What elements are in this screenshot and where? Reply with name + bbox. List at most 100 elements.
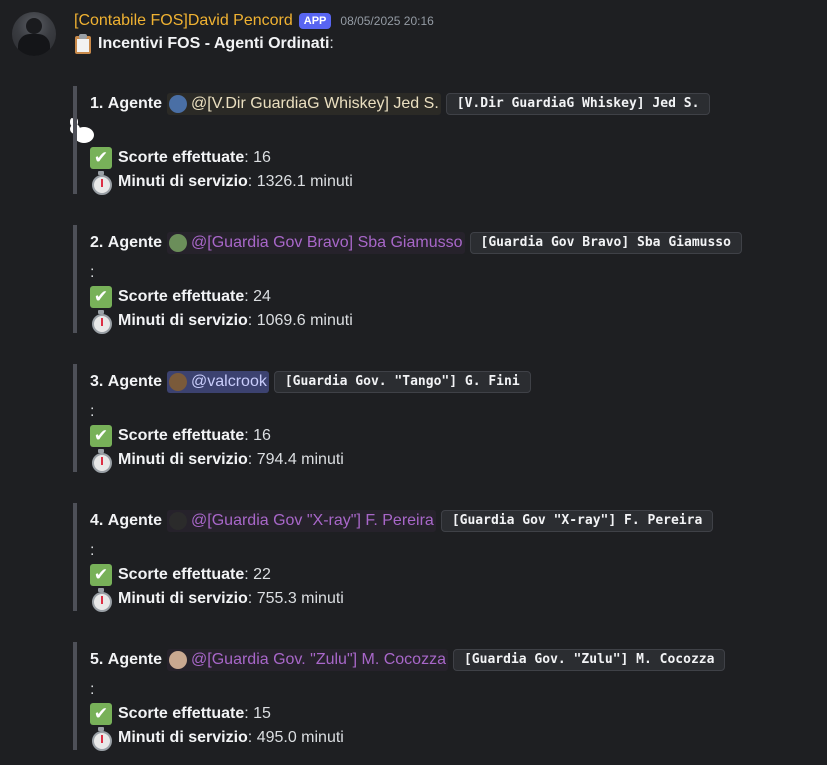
agent-heading-line: 3. Agente @valcrook [Guardia Gov. "Tango"]… bbox=[90, 364, 773, 400]
minutes-line: Minuti di servizio: 755.3 minuti bbox=[90, 587, 773, 612]
minutes-colon: : bbox=[247, 729, 257, 746]
message-timestamp[interactable]: 08/05/2025 20:16 bbox=[340, 14, 433, 28]
minutes-label: Minuti di servizio bbox=[118, 729, 248, 746]
user-mention[interactable]: @valcrook bbox=[167, 371, 269, 393]
user-mention[interactable]: @[V.Dir GuardiaG Whiskey] Jed S. bbox=[167, 93, 441, 115]
mention-avatar bbox=[169, 95, 188, 113]
author-name[interactable]: [Contabile FOS]David Pencord bbox=[74, 12, 293, 30]
agent-rank: 5. bbox=[90, 651, 104, 668]
minutes-line: Minuti di servizio: 794.4 minuti bbox=[90, 448, 773, 473]
escorts-value: 22 bbox=[253, 566, 271, 583]
message-title: Incentivi FOS - Agenti Ordinati bbox=[98, 35, 330, 52]
escorts-label: Scorte effettuate bbox=[118, 288, 245, 305]
mention-avatar bbox=[169, 234, 188, 252]
mention-text: @[Guardia Gov "X-ray"] F. Pereira bbox=[191, 512, 434, 529]
minutes-label: Minuti di servizio bbox=[118, 590, 248, 607]
minutes-value: 495.0 minuti bbox=[256, 729, 344, 746]
colon-line: : bbox=[90, 403, 95, 420]
minutes-value: 794.4 minuti bbox=[256, 451, 344, 468]
escorts-colon: : bbox=[244, 427, 254, 444]
escorts-value: 15 bbox=[253, 705, 271, 722]
escorts-line: ✔ Scorte effettuate: 22 bbox=[90, 563, 773, 587]
agent-rank: 2. bbox=[90, 234, 104, 251]
mention-text: @[Guardia Gov. "Zulu"] M. Cocozza bbox=[191, 651, 446, 668]
colon-line: : bbox=[90, 681, 95, 698]
agent-quote-block: 5. Agente @[Guardia Gov. "Zulu"] M. Cocoz… bbox=[73, 642, 773, 751]
agent-label: Agente bbox=[107, 373, 163, 390]
inline-code: [Guardia Gov. "Tango"] G. Fini bbox=[273, 371, 531, 393]
escorts-line: ✔ Scorte effettuate: 16 bbox=[90, 146, 773, 170]
minutes-value: 1069.6 minuti bbox=[256, 312, 353, 329]
mention-avatar bbox=[169, 651, 188, 669]
minutes-label: Minuti di servizio bbox=[118, 451, 248, 468]
mention-text: @[Guardia Gov Bravo] Sba Giamusso bbox=[191, 234, 463, 251]
agent-quote-block: 4. Agente @[Guardia Gov "X-ray"] F. Perei… bbox=[73, 503, 773, 612]
check-mark-icon: ✔ bbox=[90, 425, 112, 447]
app-badge: APP bbox=[298, 13, 332, 29]
escorts-colon: : bbox=[244, 149, 254, 166]
minutes-colon: : bbox=[247, 173, 257, 190]
minutes-label: Minuti di servizio bbox=[118, 312, 248, 329]
user-mention[interactable]: @[Guardia Gov "X-ray"] F. Pereira bbox=[167, 510, 436, 532]
stopwatch-icon bbox=[90, 449, 112, 473]
agent-label: Agente bbox=[107, 651, 163, 668]
inline-code: [Guardia Gov "X-ray"] F. Pereira bbox=[440, 510, 714, 532]
minutes-colon: : bbox=[247, 451, 257, 468]
message-header: [Contabile FOS]David Pencord APP 08/05/2… bbox=[74, 12, 434, 30]
escorts-value: 16 bbox=[253, 149, 271, 166]
agent-heading-line: 4. Agente @[Guardia Gov "X-ray"] F. Perei… bbox=[90, 503, 773, 539]
check-mark-icon: ✔ bbox=[90, 286, 112, 308]
agent-quote-block: 1. Agente @[V.Dir GuardiaG Whiskey] Jed S… bbox=[73, 86, 773, 195]
minutes-value: 1326.1 minuti bbox=[256, 173, 353, 190]
minutes-value: 755.3 minuti bbox=[256, 590, 344, 607]
avatar-head bbox=[26, 18, 42, 34]
user-mention[interactable]: @[Guardia Gov Bravo] Sba Giamusso bbox=[167, 232, 465, 254]
minutes-label: Minuti di servizio bbox=[118, 173, 248, 190]
mention-avatar bbox=[169, 373, 188, 391]
agent-label: Agente bbox=[107, 95, 163, 112]
escorts-label: Scorte effettuate bbox=[118, 705, 245, 722]
minutes-colon: : bbox=[247, 590, 257, 607]
inline-code: [V.Dir GuardiaG Whiskey] Jed S. bbox=[445, 93, 711, 115]
stopwatch-icon bbox=[90, 727, 112, 751]
author-avatar[interactable] bbox=[12, 12, 56, 56]
inline-code: [Guardia Gov Bravo] Sba Giamusso bbox=[469, 232, 742, 254]
agent-quote-block: 3. Agente @valcrook [Guardia Gov. "Tango"]… bbox=[73, 364, 773, 473]
minutes-colon: : bbox=[247, 312, 257, 329]
colon-line: : bbox=[90, 542, 95, 559]
agent-label: Agente bbox=[107, 512, 163, 529]
message-title-line: Incentivi FOS - Agenti Ordinati: bbox=[74, 34, 334, 54]
stopwatch-icon bbox=[90, 588, 112, 612]
minutes-line: Minuti di servizio: 495.0 minuti bbox=[90, 726, 773, 751]
check-mark-icon: ✔ bbox=[90, 147, 112, 169]
agent-heading-line: 5. Agente @[Guardia Gov. "Zulu"] M. Cocoz… bbox=[90, 642, 773, 678]
escorts-colon: : bbox=[244, 705, 254, 722]
minutes-line: Minuti di servizio: 1069.6 minuti bbox=[90, 309, 773, 334]
agent-quote-block: 2. Agente @[Guardia Gov Bravo] Sba Giamus… bbox=[73, 225, 773, 334]
avatar-torso bbox=[18, 34, 50, 56]
escorts-line: ✔ Scorte effettuate: 16 bbox=[90, 424, 773, 448]
title-colon: : bbox=[329, 35, 334, 52]
check-mark-icon: ✔ bbox=[90, 564, 112, 586]
agent-rank: 4. bbox=[90, 512, 104, 529]
clipboard-icon bbox=[74, 34, 92, 54]
mention-text: @valcrook bbox=[191, 373, 267, 390]
escorts-colon: : bbox=[244, 566, 254, 583]
agent-label: Agente bbox=[107, 234, 163, 251]
escorts-label: Scorte effettuate bbox=[118, 149, 245, 166]
agent-rank: 3. bbox=[90, 373, 104, 390]
colon-line: : bbox=[90, 264, 95, 281]
stopwatch-icon bbox=[90, 310, 112, 334]
user-mention[interactable]: @[Guardia Gov. "Zulu"] M. Cocozza bbox=[167, 649, 448, 671]
mention-avatar bbox=[169, 512, 188, 530]
agent-heading-line: 2. Agente @[Guardia Gov Bravo] Sba Giamus… bbox=[90, 225, 773, 261]
inline-code: [Guardia Gov. "Zulu"] M. Cocozza bbox=[452, 649, 726, 671]
escorts-value: 16 bbox=[253, 427, 271, 444]
agent-rank: 1. bbox=[90, 95, 104, 112]
stopwatch-icon bbox=[90, 171, 112, 195]
mention-text: @[V.Dir GuardiaG Whiskey] Jed S. bbox=[191, 95, 439, 112]
escorts-colon: : bbox=[244, 288, 254, 305]
escorts-line: ✔ Scorte effettuate: 15 bbox=[90, 702, 773, 726]
escorts-line: ✔ Scorte effettuate: 24 bbox=[90, 285, 773, 309]
escorts-label: Scorte effettuate bbox=[118, 566, 245, 583]
